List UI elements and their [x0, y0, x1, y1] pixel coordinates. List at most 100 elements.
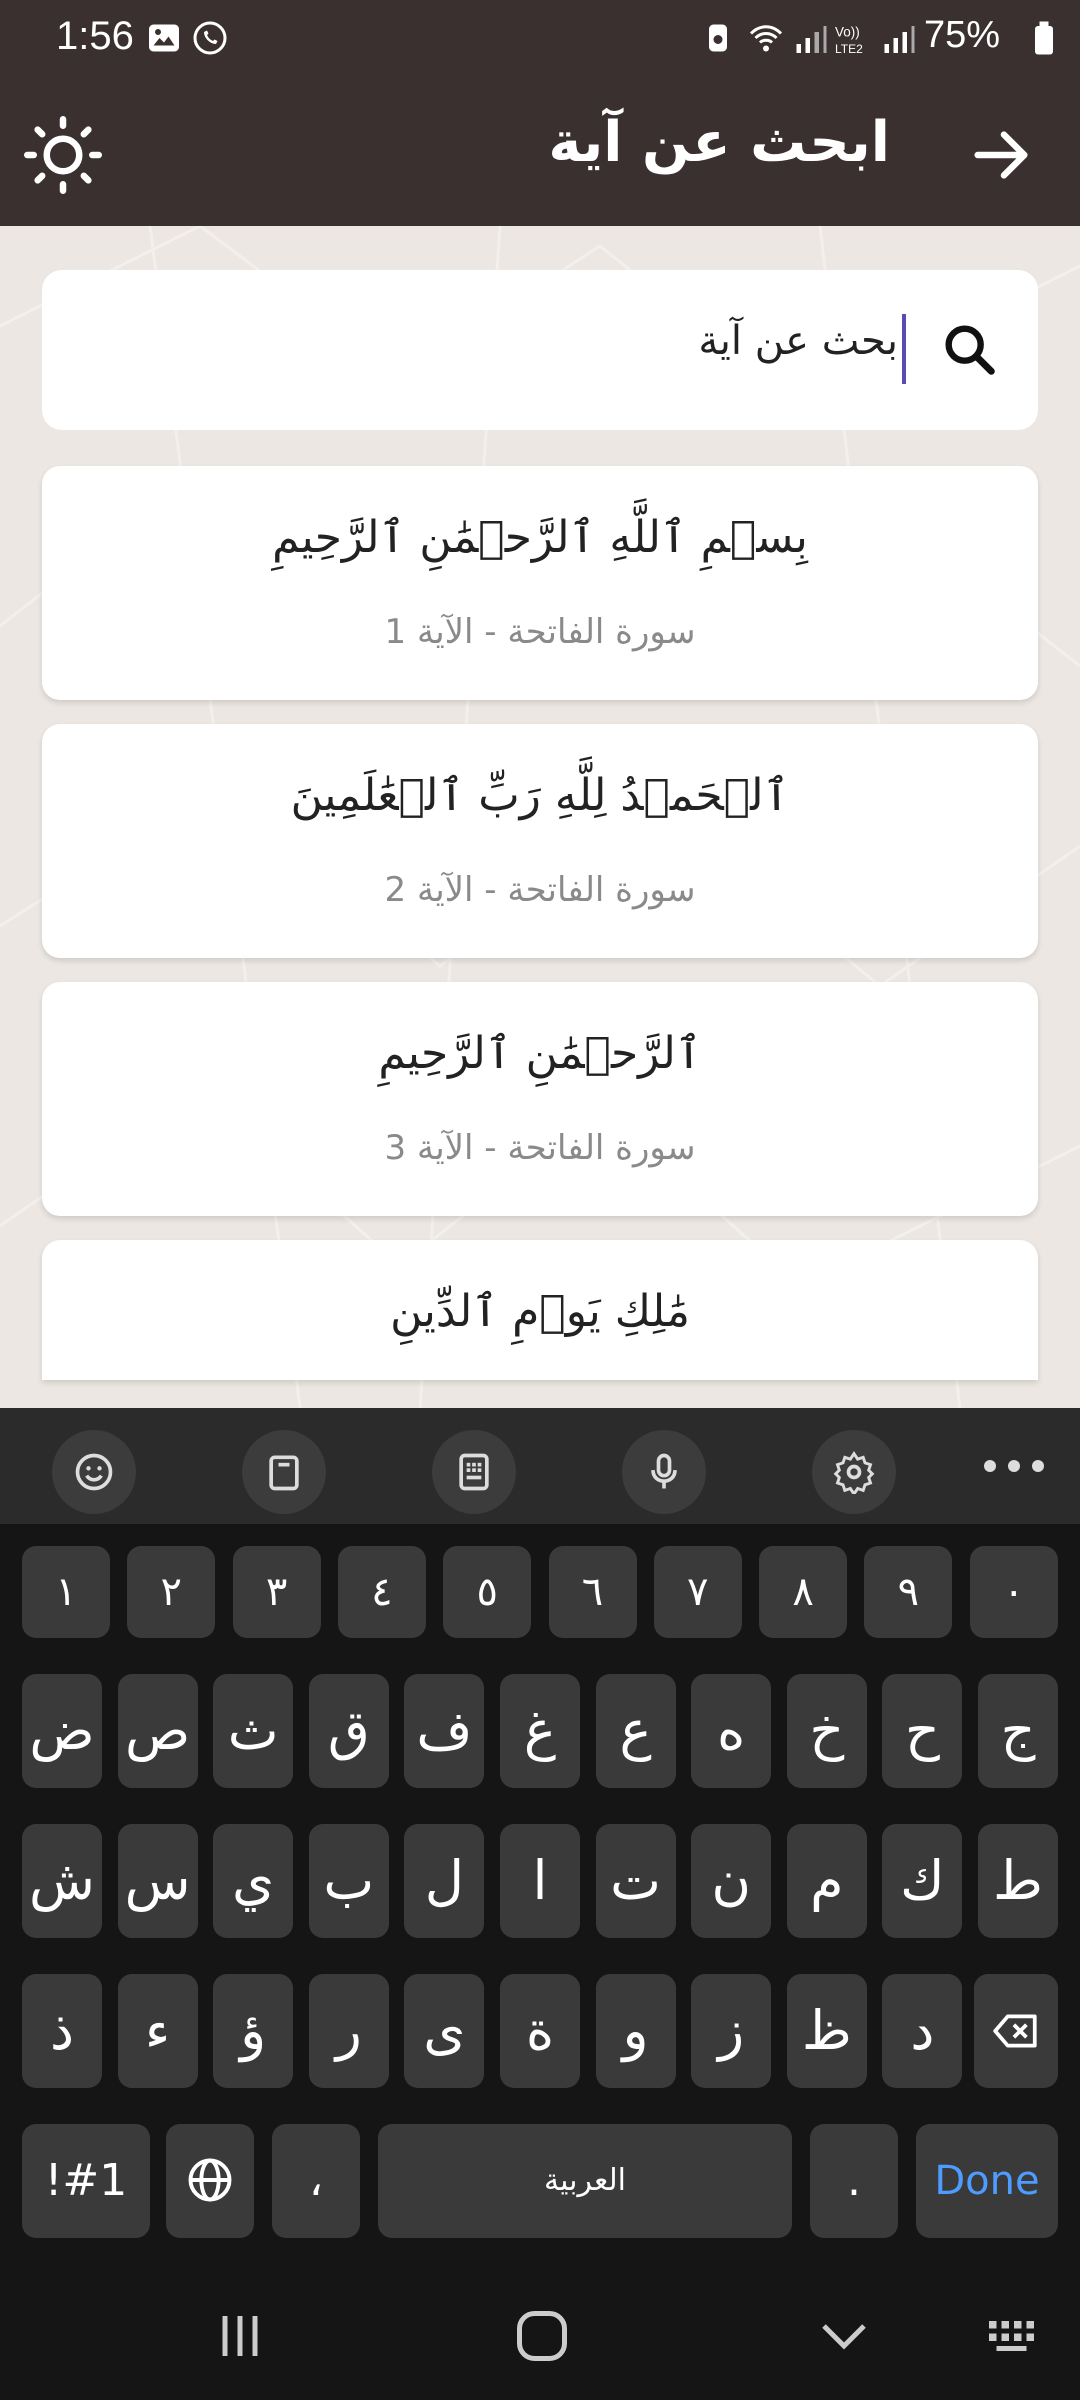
keyboard-switch-icon[interactable]: [984, 2306, 1044, 2366]
period-key[interactable]: .: [810, 2124, 898, 2238]
search-input[interactable]: بحث عن آية: [698, 318, 898, 364]
ayah-reference: سورة الفاتحة - الآية 1: [384, 612, 696, 652]
signal-2-icon: [884, 26, 915, 53]
backspace-key[interactable]: [974, 1974, 1058, 2088]
key-row1-11[interactable]: ج: [978, 1674, 1058, 1788]
ayah-text: بِسۡمِ ٱللَّهِ ٱلرَّحۡمَٰنِ ٱلرَّحِيمِ: [272, 512, 808, 563]
wifi-icon: [749, 25, 783, 52]
key-numbers-10[interactable]: ٠: [969, 1546, 1058, 1638]
key-row2-11[interactable]: ط: [978, 1824, 1058, 1938]
key-row1-6[interactable]: غ: [500, 1674, 580, 1788]
language-key[interactable]: [166, 2124, 254, 2238]
key-row3-8[interactable]: ز: [691, 1974, 772, 2088]
space-key[interactable]: العربية: [378, 2124, 792, 2238]
hide-keyboard-icon[interactable]: [814, 2306, 874, 2366]
key-row1-8[interactable]: ه: [691, 1674, 772, 1788]
key-row3-1[interactable]: ذ: [22, 1974, 102, 2088]
gear-icon: [833, 1451, 875, 1494]
back-arrow-icon[interactable]: [966, 120, 1036, 190]
keyboard-settings-button[interactable]: [812, 1430, 896, 1514]
volte-icon: Vo)) LTE2: [835, 25, 863, 57]
key-row1-3[interactable]: ث: [213, 1674, 294, 1788]
ayah-text: ٱلۡحَمۡدُ لِلَّهِ رَبِّ ٱلۡعَٰلَمِينَ: [290, 770, 790, 821]
keypad-button[interactable]: [432, 1430, 516, 1514]
key-numbers-9[interactable]: ٩: [864, 1546, 953, 1638]
key-numbers-4[interactable]: ٤: [337, 1546, 426, 1638]
key-row2-4[interactable]: ب: [308, 1824, 389, 1938]
key-row2-3[interactable]: ي: [213, 1824, 294, 1938]
battery-icon: [1035, 21, 1053, 55]
key-row1-1[interactable]: ض: [22, 1674, 102, 1788]
emoji-button[interactable]: [52, 1430, 136, 1514]
recent-apps-icon[interactable]: [210, 2306, 270, 2366]
key-row2-2[interactable]: س: [117, 1824, 198, 1938]
key-row1-2[interactable]: ص: [117, 1674, 198, 1788]
key-row2-1[interactable]: ش: [22, 1824, 102, 1938]
search-icon[interactable]: [938, 318, 1002, 382]
result-card-1[interactable]: بِسۡمِ ٱللَّهِ ٱلرَّحۡمَٰنِ ٱلرَّحِيمِ س…: [42, 466, 1038, 700]
app-bar: ابحث عن آية: [0, 80, 1080, 226]
key-row3-3[interactable]: ؤ: [213, 1974, 294, 2088]
key-row1-4[interactable]: ق: [308, 1674, 389, 1788]
signal-icon: [796, 26, 827, 53]
key-numbers-7[interactable]: ٧: [653, 1546, 742, 1638]
symbols-key[interactable]: !#1: [22, 2124, 150, 2238]
result-card-2[interactable]: ٱلۡحَمۡدُ لِلَّهِ رَبِّ ٱلۡعَٰلَمِينَ سو…: [42, 724, 1038, 958]
theme-toggle-icon[interactable]: [24, 116, 102, 194]
key-row1-10[interactable]: ح: [882, 1674, 963, 1788]
more-options-icon[interactable]: [974, 1444, 1054, 1488]
done-key[interactable]: Done: [916, 2124, 1058, 2238]
key-row2-7[interactable]: ت: [595, 1824, 676, 1938]
data-saver-icon: [709, 24, 727, 52]
key-numbers-6[interactable]: ٦: [548, 1546, 637, 1638]
soft-keyboard: !#1 ، العربية . Done ١٢٣٤٥٦٧٨٩٠ ضصثقفغعهخ…: [0, 1524, 1080, 2274]
key-row2-6[interactable]: ا: [500, 1824, 580, 1938]
key-row1-5[interactable]: ف: [404, 1674, 485, 1788]
microphone-icon: [651, 1453, 677, 1489]
key-row3-6[interactable]: ة: [500, 1974, 580, 2088]
result-card-3[interactable]: ٱلرَّحۡمَٰنِ ٱلرَّحِيمِ سورة الفاتحة - ا…: [42, 982, 1038, 1216]
voice-input-button[interactable]: [622, 1430, 706, 1514]
emoji-icon: [75, 1453, 113, 1491]
keyboard-toolbar: [0, 1408, 1080, 1524]
gallery-icon: [149, 24, 179, 52]
result-card-4[interactable]: مَٰلِكِ يَوۡمِ ٱلدِّينِ: [42, 1240, 1038, 1380]
results-area: بحث عن آية بِسۡمِ ٱللَّهِ ٱلرَّحۡمَٰنِ ٱ…: [0, 226, 1080, 1408]
key-row2-9[interactable]: م: [786, 1824, 867, 1938]
comma-key[interactable]: ،: [272, 2124, 360, 2238]
key-row2-5[interactable]: ل: [404, 1824, 485, 1938]
key-row1-9[interactable]: خ: [786, 1674, 867, 1788]
page-title: ابحث عن آية: [548, 110, 890, 175]
key-numbers-5[interactable]: ٥: [443, 1546, 532, 1638]
search-field[interactable]: بحث عن آية: [42, 270, 1038, 430]
clipboard-icon: [269, 1455, 299, 1491]
ayah-reference: سورة الفاتحة - الآية 3: [384, 1128, 696, 1168]
status-time: 1:56: [56, 14, 134, 58]
key-row3-7[interactable]: و: [595, 1974, 676, 2088]
status-bar: 1:56 Vo)) LTE2 75%: [0, 0, 1080, 80]
whatsapp-icon: [193, 21, 227, 55]
key-row3-9[interactable]: ظ: [786, 1974, 867, 2088]
svg-text:LTE2: LTE2: [835, 42, 863, 56]
key-row2-10[interactable]: ك: [882, 1824, 963, 1938]
key-numbers-1[interactable]: ١: [22, 1546, 110, 1638]
key-numbers-3[interactable]: ٣: [232, 1546, 321, 1638]
text-caret: [902, 314, 906, 384]
system-nav-bar: [0, 2274, 1080, 2400]
key-numbers-2[interactable]: ٢: [127, 1546, 216, 1638]
key-row2-8[interactable]: ن: [691, 1824, 772, 1938]
ayah-reference: سورة الفاتحة - الآية 2: [384, 870, 696, 910]
key-row3-4[interactable]: ر: [308, 1974, 389, 2088]
ayah-text: ٱلرَّحۡمَٰنِ ٱلرَّحِيمِ: [378, 1028, 702, 1079]
key-row3-10[interactable]: د: [882, 1974, 963, 2088]
key-row1-7[interactable]: ع: [595, 1674, 676, 1788]
svg-text:Vo)): Vo)): [835, 25, 860, 40]
key-row3-5[interactable]: ى: [404, 1974, 485, 2088]
key-row3-2[interactable]: ء: [117, 1974, 198, 2088]
globe-icon: [188, 2158, 232, 2202]
keypad-icon: [459, 1453, 489, 1491]
home-icon[interactable]: [512, 2306, 572, 2366]
clipboard-button[interactable]: [242, 1430, 326, 1514]
key-numbers-8[interactable]: ٨: [759, 1546, 848, 1638]
ayah-text: مَٰلِكِ يَوۡمِ ٱلدِّينِ: [390, 1286, 690, 1337]
